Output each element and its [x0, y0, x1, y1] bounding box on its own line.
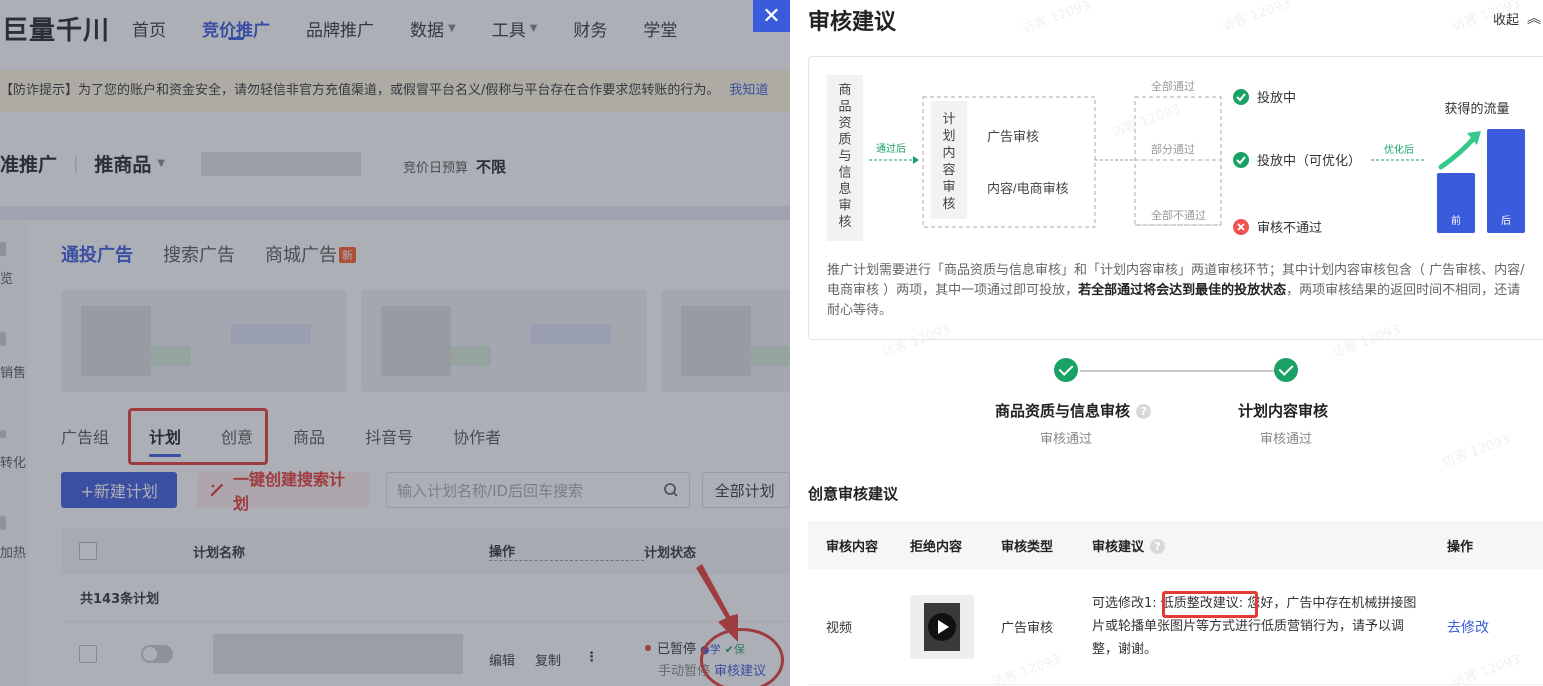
- section-title: 创意审核建议: [808, 485, 899, 503]
- collapse-button[interactable]: 收起 ︽: [1493, 8, 1541, 28]
- play-icon: [928, 612, 956, 641]
- branch-box: [1134, 96, 1222, 226]
- collapse-label: 收起: [1492, 12, 1519, 28]
- go-modify-link[interactable]: 去修改: [1447, 620, 1489, 636]
- table-row: 视频 广告审核 可选修改1: 低质整改建议: 您好，广告中存在机械拼接图片或轮播…: [808, 569, 1543, 685]
- review-steps: 商品资质与信息审核? 审核通过 计划内容审核 审核通过: [790, 356, 1543, 456]
- step-check-icon: [1054, 358, 1078, 382]
- branch-all-label: 全部通过: [1151, 79, 1195, 93]
- step-connector: [1080, 370, 1276, 372]
- review-content: 视频: [826, 621, 853, 636]
- step-status: 审核通过: [1260, 432, 1313, 447]
- branch-none-label: 全部不通过: [1151, 208, 1206, 222]
- col-rejected-content: 拒绝内容: [910, 539, 963, 555]
- step-name-label: 商品资质与信息审核: [995, 402, 1131, 420]
- content-review-label: 内容/电商审核: [987, 181, 1069, 196]
- video-thumbnail[interactable]: [910, 594, 974, 659]
- col-review-content: 审核内容: [826, 539, 879, 555]
- help-icon[interactable]: ?: [1150, 538, 1166, 554]
- review-type: 广告审核: [1001, 621, 1054, 636]
- result-none-label: 审核不通过: [1257, 220, 1322, 235]
- review-table-header: 审核内容 拒绝内容 审核类型 审核建议? 操作: [808, 521, 1543, 569]
- check-circle-icon: [1233, 152, 1249, 168]
- bar-after-label: 后: [1501, 215, 1511, 227]
- col-suggestion-label: 审核建议: [1092, 539, 1145, 555]
- help-icon[interactable]: ?: [1136, 404, 1152, 419]
- col-suggestion: 审核建议?: [1092, 536, 1425, 555]
- watermark: 访客 12093: [1020, 0, 1093, 37]
- traffic-label: 获得的流量: [1444, 101, 1509, 116]
- step-name: 商品资质与信息审核?: [995, 400, 1152, 421]
- bar-before-label: 前: [1451, 214, 1461, 227]
- ad-review-label: 广告审核: [987, 129, 1039, 144]
- drawer-title: 审核建议: [808, 10, 897, 35]
- flow-vertical-text: 商品资质与信息审核: [838, 82, 851, 229]
- close-icon[interactable]: ✕: [753, 0, 790, 32]
- highlight-box: [1162, 591, 1258, 618]
- modal-mask[interactable]: [0, 0, 790, 686]
- result-all-label: 投放中: [1257, 90, 1296, 105]
- step-name: 计划内容审核: [1238, 402, 1329, 420]
- watermark: 访客 12093: [1220, 0, 1293, 35]
- review-suggestion: 可选修改1: 低质整改建议: 您好，广告中存在机械拼接图片或轮播单张图片等方式进…: [1092, 591, 1425, 661]
- desc-emphasis: 若全部通过将会达到最佳的投放状态: [1078, 283, 1287, 298]
- chevron-up-icon: ︽: [1527, 11, 1541, 27]
- optimize-label: 优化后: [1384, 143, 1414, 156]
- branch-part-label: 部分通过: [1151, 142, 1195, 156]
- result-part-label: 投放中（可优化）: [1257, 153, 1361, 168]
- action-cell: 去修改: [1425, 617, 1489, 637]
- after-pass-label: 通过后: [876, 142, 906, 155]
- step-check-icon: [1274, 358, 1298, 382]
- col-review-type: 审核类型: [1001, 539, 1054, 555]
- review-drawer: 访客 12093 访客 12093 访客 12093 访客 12093 访客 1…: [790, 0, 1543, 686]
- step-status: 审核通过: [1040, 432, 1093, 447]
- rejected-content: [910, 594, 1001, 659]
- col-action: 操作: [1447, 539, 1474, 555]
- review-description: 推广计划需要进行「商品资质与信息审核」和「计划内容审核」两道审核环节；其中计划内…: [827, 261, 1529, 321]
- creative-review-table: 审核内容 拒绝内容 审核类型 审核建议? 操作 视频 广告审核 可选修改1: 低…: [808, 521, 1543, 685]
- review-flow-diagram: 商品资质与信息审核 通过后 计划内容审核 广告审核 内容/电商审核 全部通过 部…: [808, 56, 1543, 340]
- background-page: 巨量千川 首页 竞价推广 品牌推广 数据 ▼ 工具 ▼ 财务 学堂 【防诈提示】为了…: [0, 0, 790, 686]
- check-circle-icon: [1233, 89, 1249, 105]
- suggest-prefix: 可选修改1:: [1092, 596, 1161, 611]
